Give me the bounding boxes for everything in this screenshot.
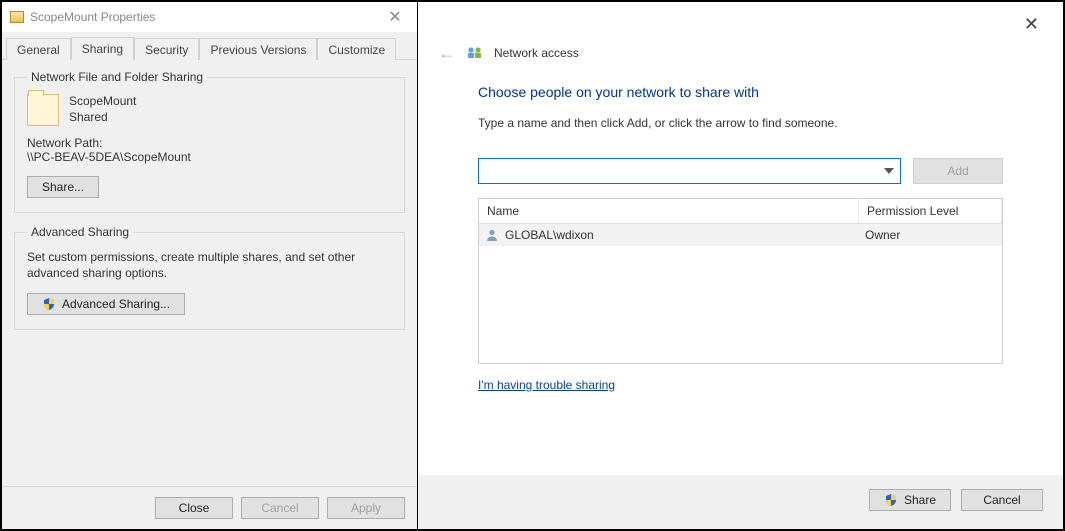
network-path-label: Network Path:	[27, 136, 392, 150]
close-icon[interactable]: ✕	[1014, 12, 1049, 37]
properties-body: Network File and Folder Sharing ScopeMou…	[2, 60, 417, 486]
titlebar: ScopeMount Properties ✕	[2, 2, 417, 32]
column-permission[interactable]: Permission Level	[859, 199, 1002, 223]
properties-dialog: ScopeMount Properties ✕ General Sharing …	[2, 2, 418, 529]
wizard-hint: Type a name and then click Add, or click…	[478, 116, 1003, 130]
tab-customize[interactable]: Customize	[317, 38, 396, 60]
back-icon[interactable]: ←	[438, 44, 456, 62]
share-status: Shared	[69, 110, 136, 124]
tab-previous-versions[interactable]: Previous Versions	[199, 38, 317, 60]
row-permission: Owner	[859, 224, 1002, 246]
wizard-breadcrumb: ← Network access	[418, 36, 1063, 66]
network-share-icon	[466, 45, 484, 61]
shield-icon	[884, 493, 898, 507]
window-title: ScopeMount Properties	[30, 10, 381, 24]
advanced-sharing-group: Advanced Sharing Set custom permissions,…	[14, 225, 405, 330]
column-name[interactable]: Name	[479, 199, 859, 223]
network-file-sharing-group: Network File and Folder Sharing ScopeMou…	[14, 70, 405, 213]
tab-sharing[interactable]: Sharing	[71, 37, 134, 60]
tabs: General Sharing Security Previous Versio…	[2, 32, 417, 60]
group-legend: Advanced Sharing	[27, 225, 133, 239]
network-path: \\PC-BEAV-5DEA\ScopeMount	[27, 150, 392, 164]
share-name: ScopeMount	[69, 94, 136, 110]
share-button[interactable]: Share	[869, 489, 951, 511]
share-label: Share	[904, 493, 936, 507]
user-icon	[485, 228, 499, 242]
cancel-button[interactable]: Cancel	[961, 489, 1043, 511]
tab-general[interactable]: General	[6, 38, 71, 60]
wizard-titlebar: ✕	[418, 2, 1063, 36]
wizard-headline: Choose people on your network to share w…	[478, 84, 1003, 100]
row-name: GLOBAL\wdixon	[505, 228, 594, 242]
close-icon[interactable]: ✕	[381, 7, 409, 27]
wizard-title: Network access	[494, 46, 579, 60]
apply-button: Apply	[327, 497, 405, 519]
tab-security[interactable]: Security	[134, 38, 199, 60]
wizard-main: Choose people on your network to share w…	[418, 66, 1063, 475]
close-button[interactable]: Close	[155, 497, 233, 519]
name-combobox[interactable]	[478, 158, 901, 184]
wizard-footer: Share Cancel	[418, 475, 1063, 529]
group-legend: Network File and Folder Sharing	[27, 70, 207, 84]
shield-icon	[42, 297, 56, 311]
properties-footer: Close Cancel Apply	[2, 486, 417, 529]
network-access-wizard: ✕ ← Network access Choose people on your…	[418, 2, 1063, 529]
people-table: Name Permission Level GLOBAL\wdi	[478, 198, 1003, 364]
table-row[interactable]: GLOBAL\wdixon Owner	[479, 224, 1002, 246]
advanced-sharing-desc: Set custom permissions, create multiple …	[27, 249, 392, 281]
advanced-sharing-label: Advanced Sharing...	[62, 297, 170, 311]
folder-icon	[10, 11, 24, 23]
chevron-down-icon[interactable]	[878, 159, 900, 183]
name-input[interactable]	[479, 159, 878, 183]
cancel-button: Cancel	[241, 497, 319, 519]
add-button: Add	[913, 158, 1003, 184]
share-button[interactable]: Share...	[27, 176, 99, 198]
trouble-sharing-link[interactable]: I'm having trouble sharing	[478, 378, 615, 392]
advanced-sharing-button[interactable]: Advanced Sharing...	[27, 293, 185, 315]
table-head: Name Permission Level	[479, 199, 1002, 224]
shared-folder-icon	[27, 94, 59, 126]
